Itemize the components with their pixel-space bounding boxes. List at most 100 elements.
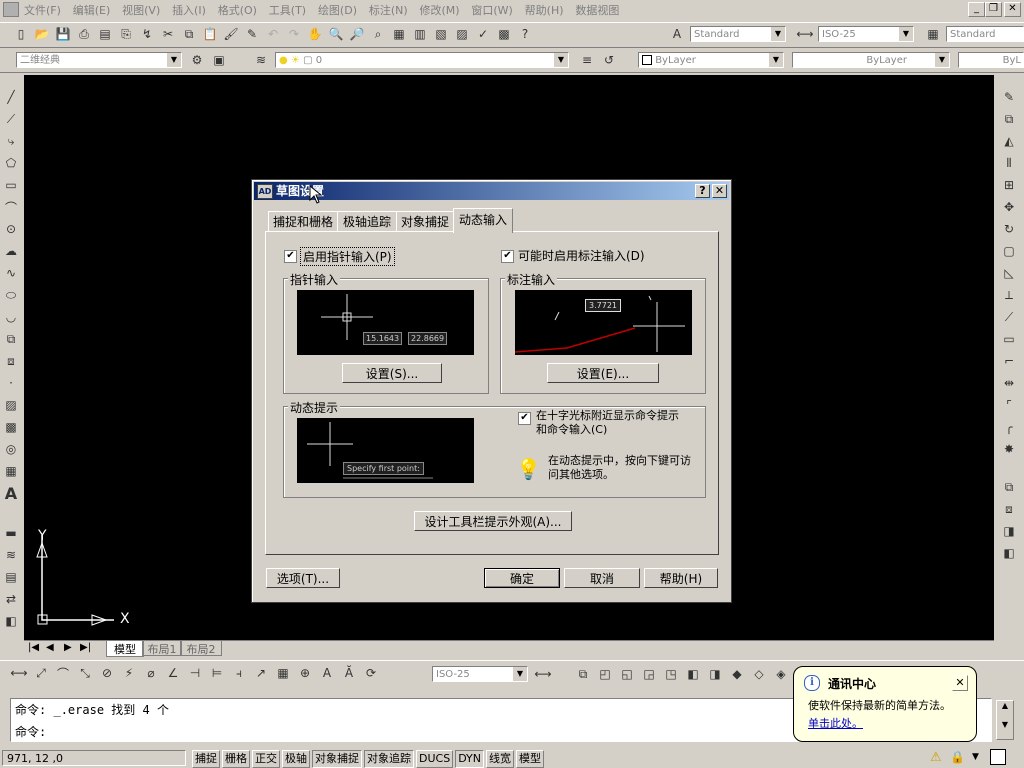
ellipse-icon[interactable]: ⬭ — [2, 286, 20, 304]
menu-edit[interactable]: 编辑(E) — [69, 0, 115, 18]
view-right-icon[interactable]: ◳ — [662, 665, 680, 683]
prev-tab-icon[interactable]: ◀ — [46, 642, 54, 653]
dim-style-select-2[interactable]: ISO-25 ▼ — [432, 666, 528, 682]
dimedit-icon[interactable]: A — [318, 664, 336, 682]
pointer-input-label[interactable]: 启用指针输入(P) — [300, 247, 395, 266]
dimtedit-icon[interactable]: Ă — [340, 664, 358, 682]
draworder-above-icon[interactable]: ◨ — [1000, 522, 1018, 540]
dyn-toggle[interactable]: DYN — [455, 750, 485, 768]
rectangle-icon[interactable]: ▭ — [2, 176, 20, 194]
chamfer-icon[interactable]: ⌜ — [1000, 396, 1018, 414]
toolbar-grip-icon[interactable]: ▬ — [2, 524, 20, 542]
zoom-realtime-icon[interactable]: 🔍 — [327, 25, 345, 43]
model-toggle[interactable]: 模型 — [516, 750, 545, 768]
draworder-back-icon[interactable]: ⧈ — [1000, 500, 1018, 518]
command-scrollbar[interactable]: ▲ ▼ — [996, 700, 1014, 740]
view-bottom-icon[interactable]: ◱ — [618, 665, 636, 683]
baseline-icon[interactable]: ⊨ — [208, 664, 226, 682]
tab-dynamic-input[interactable]: 动态输入 — [453, 208, 513, 233]
scroll-up-icon[interactable]: ▲ — [997, 701, 1013, 710]
tab-model[interactable]: 模型 — [106, 641, 144, 657]
polygon-icon[interactable]: ⬠ — [2, 154, 20, 172]
open-icon[interactable]: 📂 — [33, 25, 51, 43]
pan-icon[interactable]: ✋ — [306, 25, 324, 43]
make-block-icon[interactable]: ⧈ — [2, 352, 20, 370]
scroll-down-icon[interactable]: ▼ — [997, 720, 1013, 729]
radius-icon[interactable]: ⊘ — [98, 664, 116, 682]
view-front-icon[interactable]: ◧ — [684, 665, 702, 683]
design-center-icon[interactable]: ▥ — [411, 25, 429, 43]
calculator-icon[interactable]: ▩ — [495, 25, 513, 43]
erase-icon[interactable]: ✎ — [1000, 88, 1018, 106]
save-icon[interactable]: 💾 — [54, 25, 72, 43]
layer-walk-icon[interactable]: ▤ — [2, 568, 20, 586]
viewport-icon[interactable]: ⧉ — [574, 665, 592, 683]
polar-toggle[interactable]: 极轴 — [282, 750, 310, 768]
dialog-close-button[interactable]: ✕ — [712, 184, 727, 198]
3d-dwf-icon[interactable]: ↯ — [138, 25, 156, 43]
otrack-toggle[interactable]: 对象追踪 — [364, 750, 414, 768]
lineweight-toggle[interactable]: 线宽 — [486, 750, 515, 768]
layer-select[interactable]: ● ☀ ▢ 0 ▼ — [275, 52, 569, 68]
show-prompt-checkbox[interactable]: ✔ — [518, 412, 531, 425]
markup-icon[interactable]: ✓ — [474, 25, 492, 43]
workspace-save-icon[interactable]: ▣ — [210, 51, 228, 69]
scale-icon[interactable]: ▢ — [1000, 242, 1018, 260]
stretch-icon[interactable]: ◺ — [1000, 264, 1018, 282]
center-mark-icon[interactable]: ⊕ — [296, 664, 314, 682]
lineweight-select[interactable]: ByL — [958, 52, 1024, 68]
view-top-icon[interactable]: ◰ — [596, 665, 614, 683]
dim-input-checkbox[interactable]: ✔ — [501, 250, 514, 263]
layer-isolate-icon[interactable]: ◧ — [2, 612, 20, 630]
sheet-set-icon[interactable]: ▨ — [453, 25, 471, 43]
undo-icon[interactable]: ↶ — [264, 25, 282, 43]
print-icon[interactable]: ⎙ — [75, 25, 93, 43]
make-current-layer-icon[interactable]: ≡ — [578, 51, 596, 69]
match-prop-icon[interactable]: 🖌 — [222, 25, 240, 43]
table-icon[interactable]: ▦ — [2, 462, 20, 480]
break-icon[interactable]: ⌐ — [1000, 352, 1018, 370]
dim-style-manager-icon[interactable]: ⟷ — [534, 665, 552, 683]
menu-help[interactable]: 帮助(H) — [521, 0, 568, 18]
aligned-dim-icon[interactable]: ⤢ — [32, 664, 50, 682]
menu-data-view[interactable]: 数据视图 — [571, 0, 623, 18]
menu-window[interactable]: 窗口(W) — [467, 0, 516, 18]
polyline-icon[interactable]: ⤷ — [2, 132, 20, 150]
ok-button[interactable]: 确定 — [484, 568, 560, 588]
table-style-select[interactable]: Standard — [946, 26, 1024, 42]
ellipse-arc-icon[interactable]: ◡ — [2, 308, 20, 326]
menu-tools[interactable]: 工具(T) — [265, 0, 310, 18]
menu-dimension[interactable]: 标注(N) — [365, 0, 412, 18]
balloon-link[interactable]: 单击此处。 — [808, 715, 863, 731]
menu-modify[interactable]: 修改(M) — [415, 0, 463, 18]
menu-file[interactable]: 文件(F) — [20, 0, 65, 18]
pointer-input-checkbox[interactable]: ✔ — [284, 250, 297, 263]
fillet-icon[interactable]: ╭ — [1000, 418, 1018, 436]
properties-icon[interactable]: ▦ — [390, 25, 408, 43]
quick-dim-icon[interactable]: ⊣ — [186, 664, 204, 682]
tolerance-icon[interactable]: ▦ — [274, 664, 292, 682]
view-back-icon[interactable]: ◨ — [706, 665, 724, 683]
dim-update-icon[interactable]: ⟳ — [362, 664, 380, 682]
minimize-button[interactable]: _ — [968, 2, 985, 17]
menu-view[interactable]: 视图(V) — [118, 0, 164, 18]
menu-format[interactable]: 格式(O) — [214, 0, 261, 18]
continue-icon[interactable]: ⫞ — [230, 664, 248, 682]
draworder-under-icon[interactable]: ◧ — [1000, 544, 1018, 562]
paste-icon[interactable]: 📋 — [201, 25, 219, 43]
dim-style-icon[interactable]: ⟷ — [796, 25, 814, 43]
view-left-icon[interactable]: ◲ — [640, 665, 658, 683]
copy-icon[interactable]: ⧉ — [180, 25, 198, 43]
cancel-button[interactable]: 取消 — [564, 568, 640, 588]
last-tab-icon[interactable]: ▶| — [80, 642, 91, 653]
warning-icon[interactable]: ⚠ — [930, 750, 942, 765]
linear-dim-icon[interactable]: ⟷ — [10, 664, 28, 682]
show-prompt-label[interactable]: 在十字光标附近显示命令提示 和命令输入(C) — [536, 409, 679, 437]
zoom-previous-icon[interactable]: ⌕ — [369, 25, 387, 43]
layer-manager-icon[interactable]: ≋ — [252, 51, 270, 69]
layer-previous-icon[interactable]: ↺ — [600, 51, 618, 69]
tab-object-snap[interactable]: 对象捕捉 — [396, 211, 454, 232]
restore-button[interactable]: ❐ — [985, 2, 1002, 17]
array-icon[interactable]: ⊞ — [1000, 176, 1018, 194]
close-button[interactable]: ✕ — [1004, 2, 1021, 17]
